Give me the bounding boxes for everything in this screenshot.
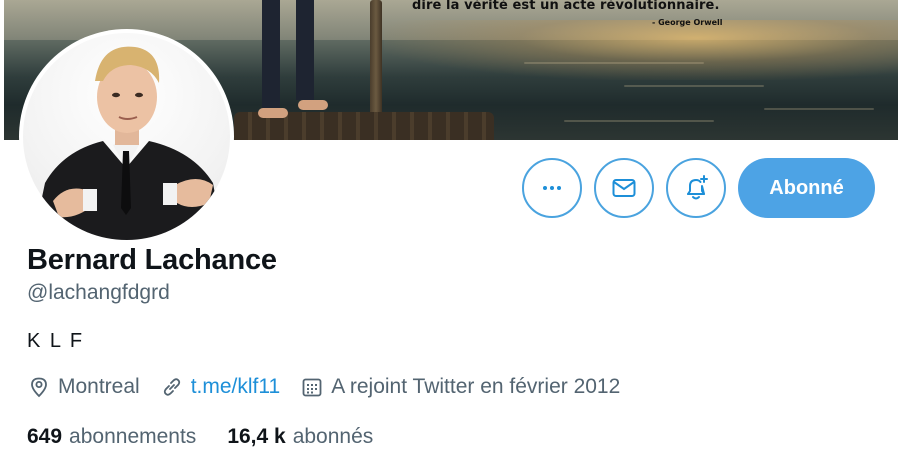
followers-stat[interactable]: 16,4 k abonnés — [227, 425, 373, 449]
banner-person-leg — [296, 0, 314, 100]
joined-text: A rejoint Twitter en février 2012 — [331, 375, 621, 398]
website-link[interactable]: t.me/klf11 — [191, 375, 280, 399]
envelope-icon — [612, 179, 636, 197]
banner-person-leg — [262, 0, 280, 108]
banner-wave — [624, 85, 764, 87]
link-icon — [163, 378, 180, 396]
notifications-button[interactable] — [666, 158, 726, 218]
following-stat[interactable]: 649 abonnements — [27, 425, 196, 449]
banner-person-foot — [258, 108, 288, 118]
profile-name: Bernard Lachance — [27, 244, 277, 276]
profile-stats: 649 abonnements 16,4 k abonnés — [27, 425, 404, 449]
banner-person-foot — [298, 100, 328, 110]
banner-wave — [524, 62, 704, 64]
more-icon — [543, 186, 561, 190]
profile-handle: @lachangfdgrd — [27, 281, 170, 304]
location-text: Montreal — [58, 375, 140, 398]
avatar-portrait — [33, 46, 223, 240]
followers-count: 16,4 k — [227, 425, 286, 448]
following-button[interactable]: Abonné — [738, 158, 875, 218]
profile-meta: Montreal t.me/klf11 A rejoint Twitter en… — [27, 375, 640, 399]
banner-quote-author: - George Orwell — [652, 18, 723, 27]
location-pin-icon — [31, 377, 47, 398]
message-button[interactable] — [594, 158, 654, 218]
following-count: 649 — [27, 425, 63, 448]
followers-label: abonnés — [292, 425, 374, 448]
joined-item: A rejoint Twitter en février 2012 — [300, 375, 620, 399]
profile-actions: Abonné — [522, 158, 875, 218]
profile-bio: K L F — [27, 330, 85, 352]
bell-plus-icon — [687, 175, 708, 200]
more-button[interactable] — [522, 158, 582, 218]
banner-sun-glow — [384, 20, 898, 80]
calendar-icon — [302, 378, 322, 397]
banner-raft-pole — [370, 0, 382, 122]
following-label: abonnements — [69, 425, 197, 448]
website-item: t.me/klf11 — [160, 375, 280, 399]
location-item: Montreal — [27, 375, 140, 399]
avatar[interactable] — [19, 29, 234, 244]
banner-quote: dire la vérité est un acte révolutionnai… — [412, 0, 720, 13]
banner-wave — [764, 108, 874, 110]
avatar-photo — [23, 33, 230, 240]
banner-wave — [564, 120, 714, 122]
